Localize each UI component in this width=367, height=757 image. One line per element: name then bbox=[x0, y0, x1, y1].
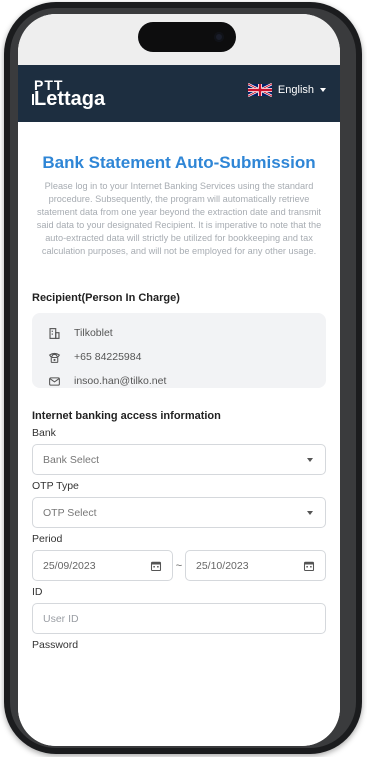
language-selector[interactable]: English bbox=[247, 83, 326, 97]
logo-mark bbox=[32, 94, 34, 105]
recipient-card: Tilkoblet +65 84225984 insoo.han@tilko.n… bbox=[32, 313, 326, 388]
period-separator: ~ bbox=[175, 559, 183, 572]
recipient-phone: +65 84225984 bbox=[74, 351, 142, 363]
camera-icon bbox=[214, 32, 224, 42]
period-range: 25/09/2023 ~ 25/10/2023 bbox=[32, 550, 326, 581]
recipient-company-row: Tilkoblet bbox=[32, 321, 326, 345]
recipient-email: insoo.han@tilko.net bbox=[74, 375, 167, 387]
recipient-company: Tilkoblet bbox=[74, 327, 113, 339]
mail-icon bbox=[49, 376, 60, 386]
phone-screen: PTT Lettaga English Bank Statement Auto-… bbox=[18, 14, 340, 746]
otp-select-value: OTP Select bbox=[43, 506, 97, 519]
otp-type-label: OTP Type bbox=[32, 480, 79, 492]
period-end-value: 25/10/2023 bbox=[196, 559, 249, 572]
dynamic-island bbox=[138, 22, 236, 52]
main-content: Bank Statement Auto-Submission Please lo… bbox=[18, 122, 340, 746]
bank-select-value: Bank Select bbox=[43, 453, 100, 466]
banking-section-title: Internet banking access information bbox=[32, 410, 221, 422]
bank-label: Bank bbox=[32, 427, 56, 439]
period-end-field[interactable]: 25/10/2023 bbox=[185, 550, 326, 581]
building-icon bbox=[49, 327, 60, 339]
period-start-field[interactable]: 25/09/2023 bbox=[32, 550, 173, 581]
dropdown-caret-icon bbox=[307, 458, 313, 462]
calendar-icon bbox=[150, 561, 162, 571]
recipient-phone-row: +65 84225984 bbox=[32, 345, 326, 369]
user-id-input[interactable]: User ID bbox=[32, 603, 326, 634]
recipient-email-row: insoo.han@tilko.net bbox=[32, 369, 326, 393]
app-header: PTT Lettaga English bbox=[18, 65, 340, 122]
status-bar bbox=[18, 14, 340, 65]
user-id-placeholder: User ID bbox=[43, 612, 79, 625]
id-label: ID bbox=[32, 586, 43, 598]
phone-icon bbox=[48, 352, 61, 363]
language-label: English bbox=[277, 84, 314, 96]
bank-select[interactable]: Bank Select bbox=[32, 444, 326, 475]
period-label: Period bbox=[32, 533, 63, 545]
uk-flag-icon bbox=[247, 83, 272, 97]
logo-line2: Lettaga bbox=[34, 88, 106, 110]
logo[interactable]: PTT Lettaga bbox=[34, 77, 106, 110]
page-title: Bank Statement Auto-Submission bbox=[42, 153, 316, 172]
chevron-down-icon bbox=[320, 88, 326, 92]
otp-type-select[interactable]: OTP Select bbox=[32, 497, 326, 528]
period-start-value: 25/09/2023 bbox=[43, 559, 96, 572]
password-label: Password bbox=[32, 639, 79, 651]
recipient-section-title: Recipient(Person In Charge) bbox=[32, 292, 180, 304]
calendar-icon bbox=[303, 561, 315, 571]
dropdown-caret-icon bbox=[307, 511, 313, 515]
intro-text: Please log in to your Internet Banking S… bbox=[36, 181, 322, 256]
